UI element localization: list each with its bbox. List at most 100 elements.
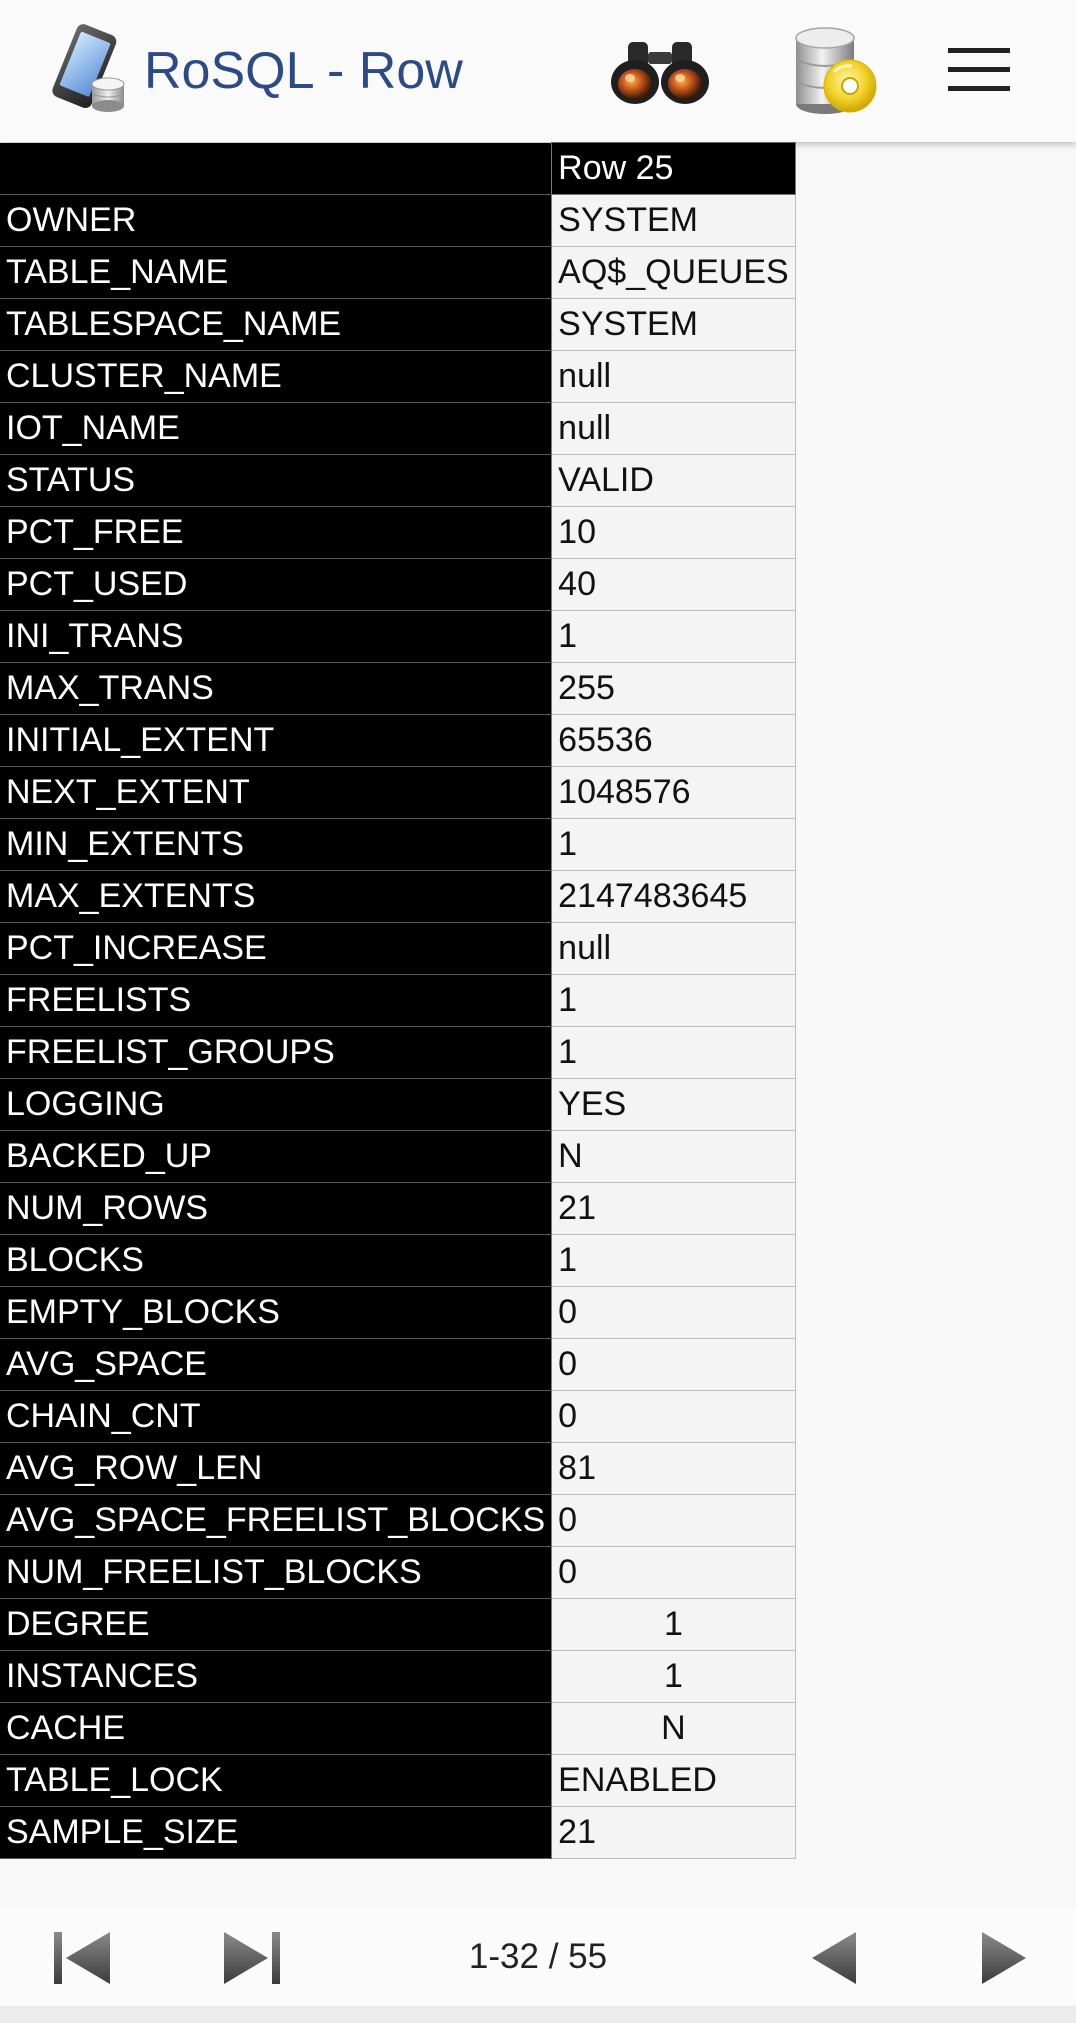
app-header: RoSQL - Row [0, 0, 1076, 142]
field-value-cell[interactable]: VALID [551, 454, 796, 507]
field-value-cell[interactable]: null [551, 350, 796, 403]
table-row[interactable]: CACHE N [0, 1702, 796, 1755]
table-row[interactable]: INI_TRANS 1 [0, 610, 796, 663]
field-name-cell: EMPTY_BLOCKS [0, 1286, 553, 1339]
field-value-cell[interactable]: 40 [551, 558, 796, 611]
table-row[interactable]: STATUS VALID [0, 454, 796, 507]
table-row[interactable]: BACKED_UP N [0, 1130, 796, 1183]
field-value-cell[interactable]: N [551, 1130, 796, 1183]
table-header-row: Row 25 [0, 142, 796, 195]
page-info: 1-32 / 55 [468, 1937, 608, 1976]
field-value-cell[interactable]: 2147483645 [551, 870, 796, 923]
hamburger-menu-icon[interactable] [944, 40, 1014, 100]
field-value-cell[interactable]: 0 [551, 1546, 796, 1599]
table-row[interactable]: NUM_FREELIST_BLOCKS 0 [0, 1546, 796, 1599]
table-row[interactable]: TABLE_NAME AQ$_QUEUES [0, 246, 796, 299]
table-row[interactable]: SAMPLE_SIZE 21 [0, 1806, 796, 1859]
field-name-cell: SAMPLE_SIZE [0, 1806, 553, 1859]
field-value-cell[interactable]: YES [551, 1078, 796, 1131]
header-corner-cell [0, 142, 553, 195]
field-value-cell[interactable]: 255 [551, 662, 796, 715]
table-row[interactable]: BLOCKS 1 [0, 1234, 796, 1287]
field-value-cell[interactable]: 65536 [551, 714, 796, 767]
field-name-cell: INI_TRANS [0, 610, 553, 663]
field-value-cell[interactable]: 0 [551, 1286, 796, 1339]
database-disc-icon[interactable] [790, 26, 880, 118]
table-row[interactable]: FREELIST_GROUPS 1 [0, 1026, 796, 1079]
field-name-cell: MAX_EXTENTS [0, 870, 553, 923]
field-value-cell[interactable]: 21 [551, 1806, 796, 1859]
field-name-cell: NUM_FREELIST_BLOCKS [0, 1546, 553, 1599]
field-value-cell[interactable]: AQ$_QUEUES [551, 246, 796, 299]
field-value-cell[interactable]: ENABLED [551, 1754, 796, 1807]
field-name-cell: NEXT_EXTENT [0, 766, 553, 819]
table-row[interactable]: NEXT_EXTENT 1048576 [0, 766, 796, 819]
field-value-cell[interactable]: SYSTEM [551, 298, 796, 351]
pagination-footer: 1-32 / 55 [0, 1906, 1076, 2006]
field-value-cell[interactable]: 0 [551, 1390, 796, 1443]
bottom-strip [0, 2006, 1076, 2023]
table-row[interactable]: OWNER SYSTEM [0, 194, 796, 247]
binoculars-icon[interactable] [608, 38, 712, 108]
field-value-cell[interactable]: 1 [551, 1650, 796, 1703]
page-title: RoSQL - Row [144, 42, 463, 100]
table-row[interactable]: MIN_EXTENTS 1 [0, 818, 796, 871]
table-row[interactable]: TABLE_LOCK ENABLED [0, 1754, 796, 1807]
field-value-cell[interactable]: 1 [551, 1598, 796, 1651]
field-value-cell[interactable]: 0 [551, 1338, 796, 1391]
table-row[interactable]: INITIAL_EXTENT 65536 [0, 714, 796, 767]
field-name-cell: FREELIST_GROUPS [0, 1026, 553, 1079]
table-row[interactable]: LOGGING YES [0, 1078, 796, 1131]
table-row[interactable]: AVG_SPACE_FREELIST_BLOCKS 0 [0, 1494, 796, 1547]
app-logo-icon [52, 24, 125, 112]
field-value-cell[interactable]: 10 [551, 506, 796, 559]
row-detail-table: Row 25 OWNER SYSTEM TABLE_NAME AQ$_QUEUES TA… [0, 142, 796, 1859]
field-value-cell[interactable]: 0 [551, 1494, 796, 1547]
field-name-cell: OWNER [0, 194, 553, 247]
previous-icon[interactable] [806, 1926, 872, 1990]
field-name-cell: AVG_ROW_LEN [0, 1442, 553, 1495]
field-name-cell: AVG_SPACE_FREELIST_BLOCKS [0, 1494, 553, 1547]
field-value-cell[interactable]: 21 [551, 1182, 796, 1235]
next-icon[interactable] [970, 1926, 1036, 1990]
table-row[interactable]: PCT_INCREASE null [0, 922, 796, 975]
table-row[interactable]: CLUSTER_NAME null [0, 350, 796, 403]
field-value-cell[interactable]: 1 [551, 1026, 796, 1079]
table-row[interactable]: IOT_NAME null [0, 402, 796, 455]
field-value-cell[interactable]: 1048576 [551, 766, 796, 819]
field-name-cell: TABLE_NAME [0, 246, 553, 299]
field-value-cell[interactable]: N [551, 1702, 796, 1755]
table-row[interactable]: AVG_ROW_LEN 81 [0, 1442, 796, 1495]
table-row[interactable]: NUM_ROWS 21 [0, 1182, 796, 1235]
field-name-cell: INSTANCES [0, 1650, 553, 1703]
field-value-cell[interactable]: 81 [551, 1442, 796, 1495]
table-row[interactable]: DEGREE 1 [0, 1598, 796, 1651]
table-row[interactable]: TABLESPACE_NAME SYSTEM [0, 298, 796, 351]
field-name-cell: AVG_SPACE [0, 1338, 553, 1391]
table-row[interactable]: INSTANCES 1 [0, 1650, 796, 1703]
field-name-cell: CLUSTER_NAME [0, 350, 553, 403]
table-row[interactable]: PCT_FREE 10 [0, 506, 796, 559]
table-row[interactable]: CHAIN_CNT 0 [0, 1390, 796, 1443]
field-value-cell[interactable]: 1 [551, 610, 796, 663]
field-name-cell: IOT_NAME [0, 402, 553, 455]
field-name-cell: MAX_TRANS [0, 662, 553, 715]
table-row[interactable]: MAX_EXTENTS 2147483645 [0, 870, 796, 923]
table-row[interactable]: EMPTY_BLOCKS 0 [0, 1286, 796, 1339]
field-name-cell: INITIAL_EXTENT [0, 714, 553, 767]
field-name-cell: TABLE_LOCK [0, 1754, 553, 1807]
field-value-cell[interactable]: SYSTEM [551, 194, 796, 247]
table-row[interactable]: MAX_TRANS 255 [0, 662, 796, 715]
field-value-cell[interactable]: 1 [551, 974, 796, 1027]
field-name-cell: DEGREE [0, 1598, 553, 1651]
table-row[interactable]: PCT_USED 40 [0, 558, 796, 611]
field-value-cell[interactable]: 1 [551, 818, 796, 871]
table-row[interactable]: AVG_SPACE 0 [0, 1338, 796, 1391]
table-row[interactable]: FREELISTS 1 [0, 974, 796, 1027]
field-name-cell: PCT_USED [0, 558, 553, 611]
field-value-cell[interactable]: null [551, 402, 796, 455]
row-column-header: Row 25 [551, 142, 796, 195]
field-name-cell: BACKED_UP [0, 1130, 553, 1183]
field-value-cell[interactable]: 1 [551, 1234, 796, 1287]
field-value-cell[interactable]: null [551, 922, 796, 975]
